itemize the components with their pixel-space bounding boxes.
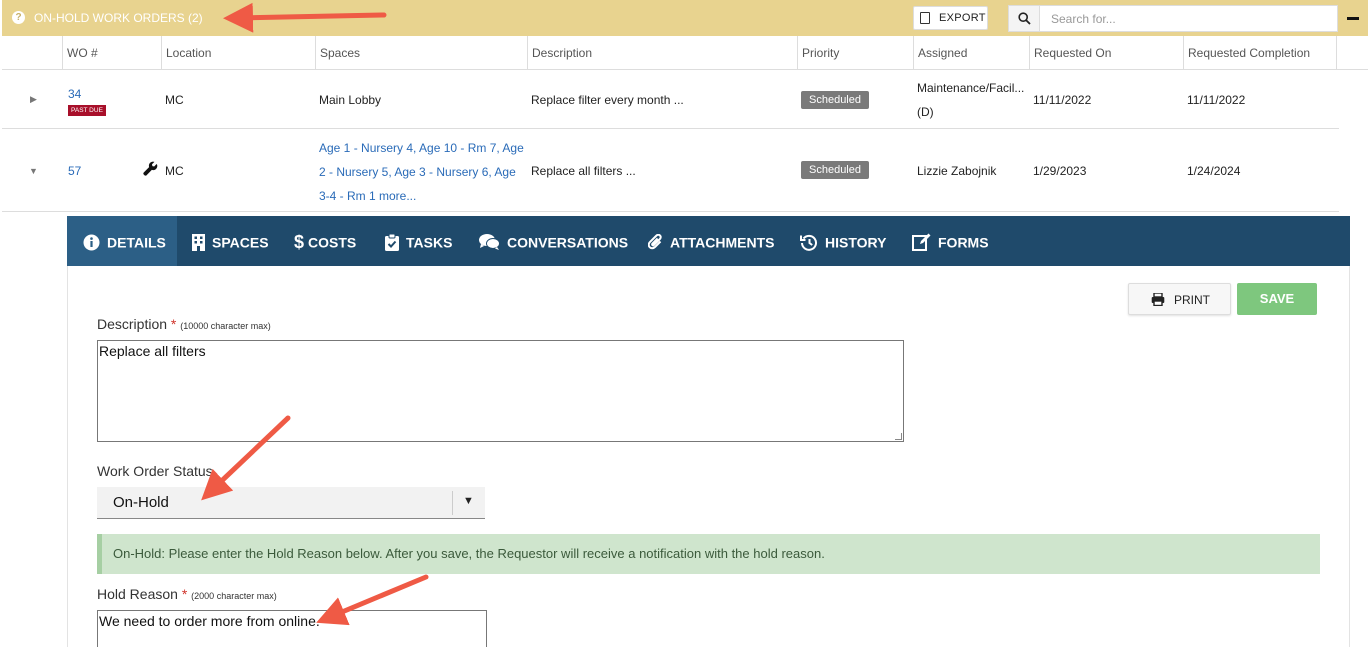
building-icon: [192, 233, 205, 251]
column-header-priority[interactable]: Priority: [797, 36, 913, 70]
tab-conversations[interactable]: CONVERSATIONS: [479, 216, 628, 266]
row-assigned-suffix: (D): [917, 105, 934, 119]
file-export-icon: [920, 12, 930, 24]
tab-details[interactable]: DETAILS: [67, 216, 177, 266]
expand-icon[interactable]: ▶: [30, 94, 37, 105]
required-asterisk: *: [181, 586, 188, 602]
row-requested-on: 1/29/2023: [1033, 164, 1087, 178]
row-assigned: Maintenance/Facil...: [917, 81, 1025, 95]
select-divider: [452, 491, 453, 515]
chat-bubbles-icon: [479, 234, 500, 251]
column-header-spaces[interactable]: Spaces: [315, 36, 527, 70]
on-hold-notice: On-Hold: Please enter the Hold Reason be…: [97, 534, 1320, 574]
wrench-icon: [143, 161, 158, 176]
row-location: MC: [165, 164, 184, 178]
row-spaces-links[interactable]: Age 1 - Nursery 4, Age 10 - Rm 7, Age 2 …: [319, 136, 529, 208]
priority-badge: Scheduled: [801, 91, 869, 109]
status-label: Work Order Status: [97, 463, 213, 479]
hold-reason-hint: (2000 character max): [191, 591, 277, 601]
row-requested-on: 11/11/2022: [1033, 93, 1092, 107]
search-button[interactable]: [1008, 5, 1040, 32]
search-input[interactable]: [1040, 5, 1338, 32]
tab-costs[interactable]: $ COSTS: [294, 216, 356, 266]
row-spaces: Main Lobby: [319, 93, 382, 107]
column-header-requested-on[interactable]: Requested On: [1029, 36, 1183, 70]
table-row[interactable]: [2, 129, 1339, 212]
dollar-icon: $: [294, 232, 305, 253]
notice-text: : Please enter the Hold Reason below. Af…: [161, 546, 825, 561]
edit-form-icon: [912, 233, 931, 252]
wo-number-link[interactable]: 34: [68, 87, 81, 101]
tab-history[interactable]: HISTORY: [800, 216, 886, 266]
status-select[interactable]: On-Hold ▼: [97, 487, 485, 519]
description-label: Description * (10000 character max): [97, 316, 271, 332]
printer-icon: [1151, 293, 1165, 306]
collapse-icon[interactable]: [1347, 17, 1359, 20]
help-icon[interactable]: ?: [12, 11, 25, 24]
row-requested-completion: 1/24/2024: [1187, 164, 1241, 178]
past-due-badge: PAST DUE: [68, 105, 106, 116]
description-hint: (10000 character max): [180, 321, 271, 331]
history-icon: [800, 234, 817, 251]
work-orders-header: ? ON-HOLD WORK ORDERS (2) EXPORT: [2, 0, 1368, 36]
hold-reason-value: We need to order more from online.: [99, 613, 320, 629]
description-textarea[interactable]: Replace all filters: [97, 340, 904, 442]
dropdown-arrow-icon: ▼: [463, 495, 474, 507]
resize-handle[interactable]: [895, 433, 902, 440]
collapse-row-icon[interactable]: ▼: [29, 166, 38, 176]
info-icon: [83, 234, 100, 251]
save-button[interactable]: SAVE: [1237, 283, 1317, 315]
tab-spaces[interactable]: SPACES: [192, 216, 269, 266]
header-title: ON-HOLD WORK ORDERS (2): [34, 11, 203, 25]
column-header-assigned[interactable]: Assigned: [913, 36, 1029, 70]
tab-tasks[interactable]: TASKS: [385, 216, 452, 266]
notice-status: On-Hold: [113, 546, 162, 561]
row-description: Replace all filters ...: [531, 164, 636, 178]
print-button[interactable]: PRINT: [1128, 283, 1231, 315]
row-location: MC: [165, 93, 184, 107]
column-header-location[interactable]: Location: [161, 36, 315, 70]
export-button[interactable]: EXPORT: [913, 6, 988, 30]
required-asterisk: *: [170, 316, 177, 332]
wo-number-link[interactable]: 57: [68, 164, 81, 178]
search-icon: [1018, 12, 1031, 25]
tab-attachments[interactable]: ATTACHMENTS: [648, 216, 774, 266]
tab-forms[interactable]: FORMS: [912, 216, 989, 266]
paperclip-icon: [648, 233, 662, 250]
hold-reason-label: Hold Reason * (2000 character max): [97, 586, 277, 602]
row-requested-completion: 11/11/2022: [1187, 93, 1246, 107]
column-header-wo[interactable]: WO #: [62, 36, 161, 70]
hold-reason-textarea[interactable]: We need to order more from online.: [97, 610, 487, 647]
column-header-requested-completion[interactable]: Requested Completion: [1183, 36, 1337, 70]
column-header-description[interactable]: Description: [527, 36, 797, 70]
clipboard-check-icon: [385, 233, 399, 251]
row-assigned: Lizzie Zabojnik: [917, 164, 997, 178]
description-value: Replace all filters: [99, 343, 206, 359]
priority-badge: Scheduled: [801, 161, 869, 179]
status-value: On-Hold: [113, 494, 169, 511]
row-description: Replace filter every month ...: [531, 93, 684, 107]
detail-tabs: DETAILS SPACES $ COSTS TASKS CONVERSATION…: [67, 216, 1350, 266]
grid-header: WO # Location Spaces Description Priorit…: [2, 36, 1368, 70]
